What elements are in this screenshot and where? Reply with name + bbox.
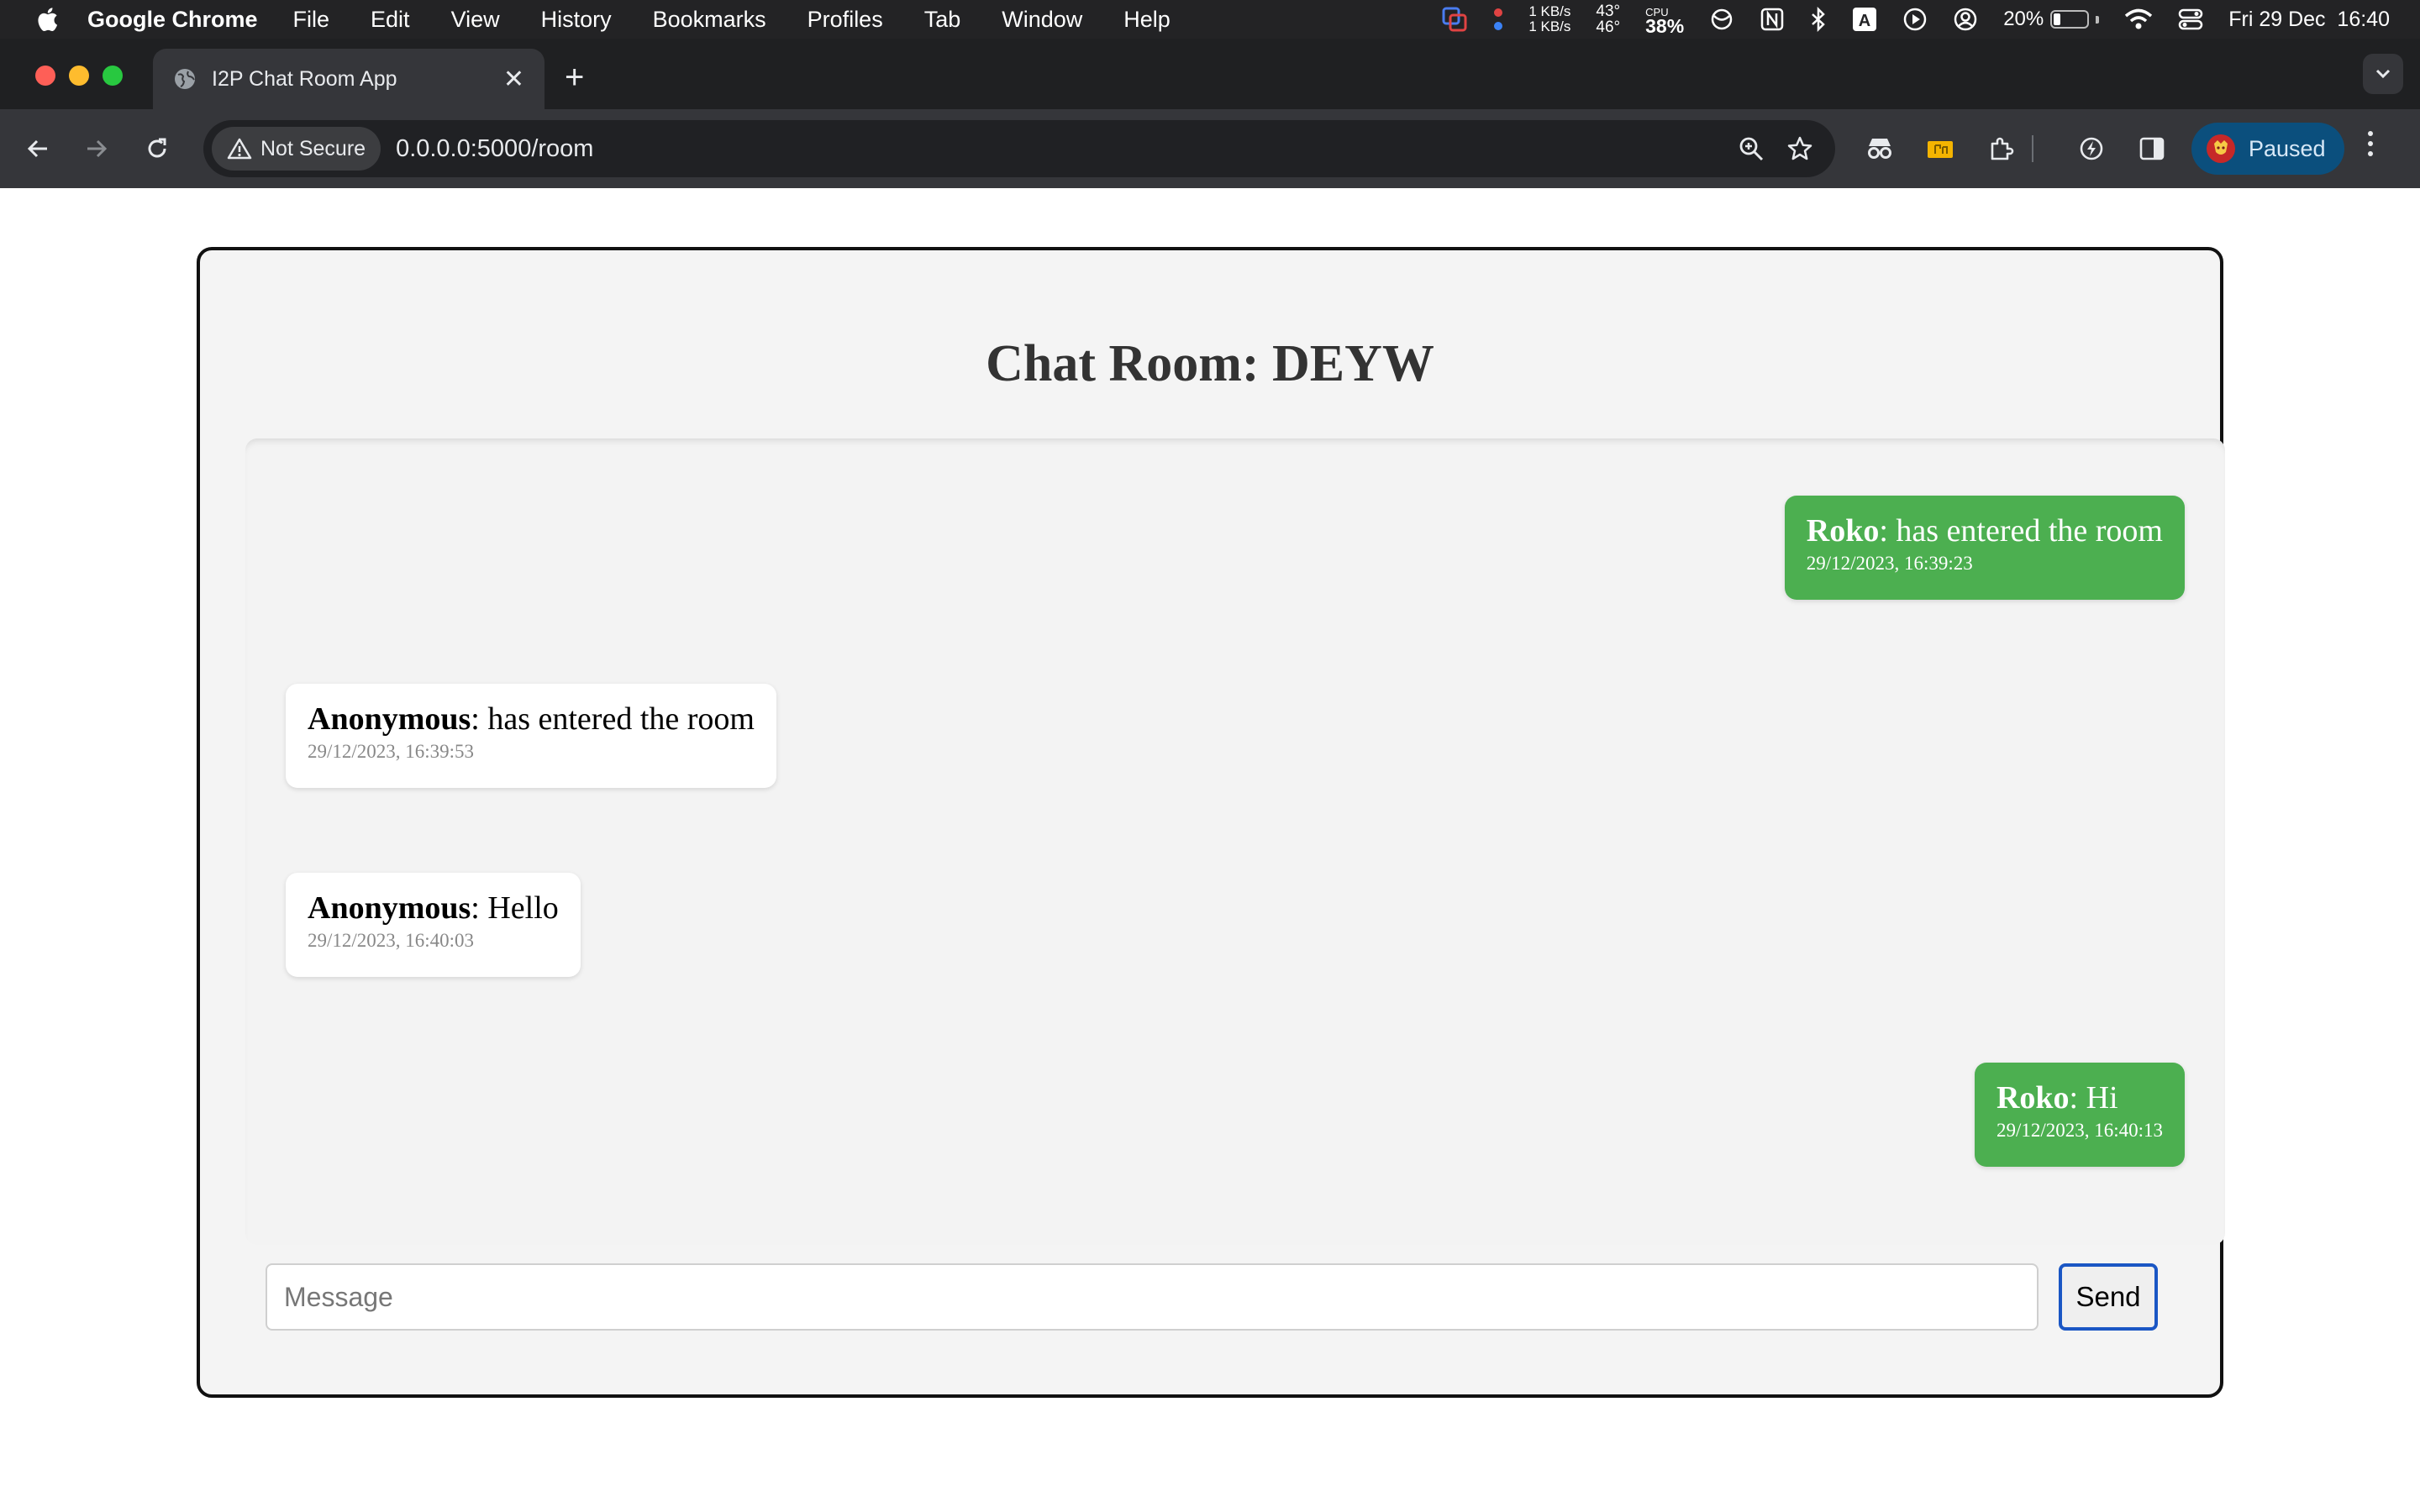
notion-icon[interactable]: [1760, 7, 1785, 32]
recording-dots-icon[interactable]: [1493, 6, 1503, 33]
message-sender: Roko: [1996, 1080, 2070, 1116]
zoom-icon[interactable]: [1738, 135, 1765, 162]
extension-incognito-icon[interactable]: [1861, 130, 1898, 167]
active-tab[interactable]: I2P Chat Room App ✕: [153, 49, 544, 109]
menu-window[interactable]: Window: [1002, 7, 1082, 33]
tab-close-icon[interactable]: ✕: [503, 65, 524, 94]
menu-view[interactable]: View: [451, 7, 500, 33]
focus-ring-icon[interactable]: [1709, 7, 1734, 32]
user-account-icon[interactable]: [1953, 7, 1978, 32]
menu-help[interactable]: Help: [1123, 7, 1171, 33]
window-zoom-button[interactable]: [103, 66, 123, 86]
message-line: Anonymous: has entered the room: [308, 701, 755, 738]
message-text: : Hello: [471, 890, 559, 926]
site-security-chip[interactable]: Not Secure: [212, 127, 381, 171]
temp-bottom: 46°: [1596, 18, 1621, 36]
menu-bar-status-area: 1 KB/s 1 KB/s 43° 46° CPU 38% A 20% Fri …: [1441, 0, 2390, 39]
chat-message: Roko: has entered the room 29/12/2023, 16…: [1784, 496, 2185, 600]
message-sender: Anonymous: [308, 890, 471, 926]
message-line: Roko: has entered the room: [1807, 512, 2163, 549]
message-text: : has entered the room: [1879, 513, 2163, 549]
reload-button[interactable]: [138, 129, 176, 168]
message-line: Roko: Hi: [1996, 1079, 2163, 1116]
battery-percent: 20%: [2003, 8, 2044, 30]
message-timestamp: 29/12/2023, 16:39:53: [308, 741, 475, 762]
media-play-icon[interactable]: [1902, 7, 1928, 32]
window-minimize-button[interactable]: [69, 66, 89, 86]
chrome-menu-icon[interactable]: [2368, 131, 2373, 156]
tab-search-button[interactable]: [2363, 54, 2403, 94]
url-text[interactable]: 0.0.0.0:5000/room: [396, 135, 1738, 163]
send-button[interactable]: Send: [2059, 1263, 2158, 1331]
globe-icon: [173, 67, 197, 91]
profile-button[interactable]: Paused: [2191, 123, 2344, 175]
chat-message: Anonymous: has entered the room 29/12/202…: [286, 684, 776, 788]
reload-icon: [145, 136, 170, 161]
cpu-usage[interactable]: CPU 38%: [1645, 5, 1685, 37]
wifi-icon[interactable]: [2124, 8, 2153, 30]
network-speed[interactable]: 1 KB/s 1 KB/s: [1528, 4, 1570, 34]
bluetooth-icon[interactable]: [1810, 7, 1827, 32]
chat-message: Roko: Hi 29/12/2023, 16:40:13: [1974, 1063, 2185, 1167]
active-app-name[interactable]: Google Chrome: [87, 7, 258, 33]
chevron-down-icon: [2375, 68, 2391, 80]
message-timestamp: 29/12/2023, 16:40:03: [308, 930, 475, 951]
profile-avatar-icon: [2207, 134, 2235, 163]
keyboard-input-icon[interactable]: A: [1852, 7, 1877, 32]
tab-title: I2P Chat Room App: [212, 66, 397, 91]
keyboard-letter: A: [1859, 12, 1870, 30]
address-bar[interactable]: Not Secure 0.0.0.0:5000/room: [203, 120, 1835, 177]
page-title: Chat Room: DEYW: [986, 335, 1434, 392]
cpu-value: 38%: [1645, 15, 1685, 37]
message-line: Anonymous: Hello: [308, 890, 559, 927]
back-button[interactable]: [18, 129, 57, 168]
performance-icon[interactable]: [2073, 130, 2110, 167]
side-panel-icon[interactable]: [2133, 130, 2170, 167]
control-center-icon[interactable]: [2178, 8, 2203, 31]
macos-menu-bar: Google Chrome File Edit View History Boo…: [0, 0, 2420, 39]
message-timestamp: 29/12/2023, 16:39:23: [1806, 553, 1973, 574]
message-sender: Roko: [1806, 513, 1880, 549]
arrow-left-icon: [25, 136, 50, 161]
net-upload: 1 KB/s: [1528, 3, 1571, 19]
menu-profiles[interactable]: Profiles: [808, 7, 883, 33]
message-text: : Hi: [2069, 1080, 2118, 1116]
screen-share-icon[interactable]: [1441, 6, 1468, 33]
message-text: : has entered the room: [471, 701, 755, 737]
warning-triangle-icon: [227, 137, 252, 160]
message-input[interactable]: [266, 1263, 2039, 1331]
security-label: Not Secure: [260, 136, 366, 160]
net-download: 1 KB/s: [1528, 18, 1571, 34]
menu-bookmarks[interactable]: Bookmarks: [653, 7, 766, 33]
message-timestamp: 29/12/2023, 16:40:13: [1996, 1120, 2163, 1141]
menu-file[interactable]: File: [293, 7, 330, 33]
forward-button[interactable]: [77, 129, 116, 168]
extension-folder-icon[interactable]: [1922, 130, 1959, 167]
chat-message: Anonymous: Hello 29/12/2023, 16:40:03: [286, 873, 581, 977]
battery-icon: [2050, 10, 2090, 29]
new-tab-button[interactable]: +: [565, 59, 584, 96]
message-sender: Anonymous: [308, 701, 471, 737]
message-composer: Send: [266, 1263, 2158, 1332]
message-list[interactable]: Roko: has entered the room 29/12/2023, 16…: [245, 438, 2225, 1245]
chat-room-card: Chat Room: DEYW Roko: has entered the ro…: [197, 247, 2225, 1398]
menu-edit[interactable]: Edit: [371, 7, 410, 33]
arrow-right-icon: [84, 136, 109, 161]
apple-logo-icon[interactable]: [32, 7, 62, 32]
battery-status[interactable]: 20%: [2003, 8, 2100, 31]
clock[interactable]: Fri 29 Dec 16:40: [2228, 8, 2390, 32]
profile-status: Paused: [2249, 135, 2326, 161]
temperature-readout[interactable]: 43° 46°: [1596, 3, 1620, 35]
extensions-puzzle-icon[interactable]: [1983, 130, 2020, 167]
toolbar-divider: [2028, 130, 2037, 167]
bookmark-star-icon[interactable]: [1786, 135, 1813, 162]
window-close-button[interactable]: [35, 66, 55, 86]
menu-tab[interactable]: Tab: [924, 7, 961, 33]
menu-history[interactable]: History: [541, 7, 612, 33]
temp-top: 43°: [1596, 3, 1621, 20]
